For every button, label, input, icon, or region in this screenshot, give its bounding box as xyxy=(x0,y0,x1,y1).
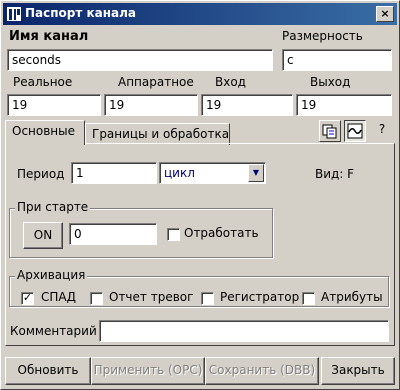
on-start-title: При старте xyxy=(15,200,91,214)
comment-label: Комментарий xyxy=(10,324,97,338)
output-label: Выход xyxy=(310,75,351,89)
on-start-value-input[interactable]: 0 xyxy=(69,223,157,245)
title-bar[interactable]: Паспорт канала × xyxy=(3,3,397,25)
real-label: Реальное xyxy=(13,75,73,89)
comment-input[interactable] xyxy=(99,320,389,342)
channel-passport-window: Паспорт канала × Имя канал seconds Разме… xyxy=(0,0,400,390)
apply-opc-button[interactable]: Применить (OPC) xyxy=(91,357,205,385)
graph-button[interactable] xyxy=(344,120,366,142)
window-title: Паспорт канала xyxy=(25,6,137,20)
help-button[interactable]: ? xyxy=(371,120,393,142)
archive-title: Архивация xyxy=(15,268,88,282)
close-button[interactable]: Закрыть xyxy=(321,357,395,385)
input-input[interactable]: 19 xyxy=(201,94,293,116)
graph-icon xyxy=(347,123,363,139)
process-checkbox[interactable] xyxy=(167,228,180,241)
archive-spad-label: СПАД xyxy=(41,290,76,304)
copy-button[interactable] xyxy=(319,120,341,142)
period-unit-select[interactable]: цикл ▼ xyxy=(159,162,266,184)
period-label: Период xyxy=(17,167,65,181)
period-input[interactable]: 1 xyxy=(71,162,157,184)
copy-icon xyxy=(322,124,337,139)
archive-recorder-checkbox[interactable] xyxy=(201,292,214,305)
period-unit-value: цикл xyxy=(164,166,195,180)
archive-alarm-label: Отчет тревог xyxy=(109,290,194,304)
archive-attributes-checkbox[interactable] xyxy=(302,292,315,305)
view-label: Вид: F xyxy=(315,167,355,181)
archive-recorder-label: Регистратор xyxy=(220,290,300,304)
app-icon xyxy=(6,6,22,22)
tab-main[interactable]: Основные xyxy=(5,120,85,145)
refresh-button[interactable]: Обновить xyxy=(5,357,91,385)
real-input[interactable]: 19 xyxy=(7,94,101,116)
input-label: Вход xyxy=(215,75,246,89)
archive-attributes-label: Атрибуты xyxy=(321,290,383,304)
archive-spad-checkbox[interactable]: ✓ xyxy=(21,292,34,305)
channel-name-input[interactable]: seconds xyxy=(7,49,273,71)
close-icon[interactable]: × xyxy=(376,6,394,22)
process-label: Отработать xyxy=(184,226,259,240)
save-dbb-button[interactable]: Сохранить (DBB) xyxy=(205,357,319,385)
dimension-input[interactable]: c xyxy=(282,49,392,71)
archive-alarm-checkbox[interactable] xyxy=(90,292,103,305)
dimension-label: Размерность xyxy=(282,29,363,43)
hardware-input[interactable]: 19 xyxy=(104,94,198,116)
channel-name-label: Имя канал xyxy=(9,29,89,44)
tab-limits[interactable]: Границы и обработка xyxy=(85,123,230,145)
output-input[interactable]: 19 xyxy=(296,94,392,116)
hardware-label: Аппаратное xyxy=(118,75,194,89)
chevron-down-icon[interactable]: ▼ xyxy=(248,164,264,182)
on-button[interactable]: ON xyxy=(23,222,63,249)
